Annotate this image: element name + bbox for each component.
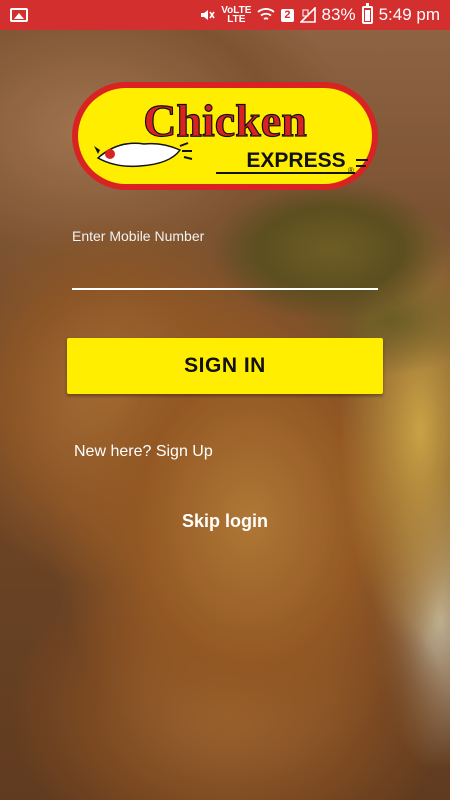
wifi-icon bbox=[257, 8, 276, 22]
clock: 5:49 pm bbox=[378, 5, 440, 24]
chicken-express-logo: Chicken EXPRESS ® bbox=[70, 80, 380, 192]
logo-word-express: EXPRESS bbox=[246, 149, 345, 172]
battery-percent: 83% bbox=[321, 5, 356, 24]
volte-indicator: VoLTE LTE bbox=[221, 5, 252, 25]
battery-icon bbox=[361, 3, 373, 24]
status-bar: VoLTE LTE 2 83% 5:49 pm bbox=[0, 0, 450, 30]
mobile-number-label: Enter Mobile Number bbox=[72, 228, 205, 244]
mobile-number-input[interactable] bbox=[72, 252, 378, 290]
skip-login-link[interactable]: Skip login bbox=[0, 511, 450, 532]
sign-in-button[interactable]: SIGN IN bbox=[67, 338, 383, 394]
sim-badge: 2 bbox=[281, 8, 294, 22]
registered-mark: ® bbox=[348, 166, 354, 175]
sign-up-link[interactable]: New here? Sign Up bbox=[74, 443, 213, 461]
mute-icon bbox=[199, 7, 215, 23]
image-notification-icon bbox=[10, 8, 28, 22]
logo-word-chicken: Chicken bbox=[143, 95, 307, 146]
signal-icon bbox=[299, 7, 316, 23]
